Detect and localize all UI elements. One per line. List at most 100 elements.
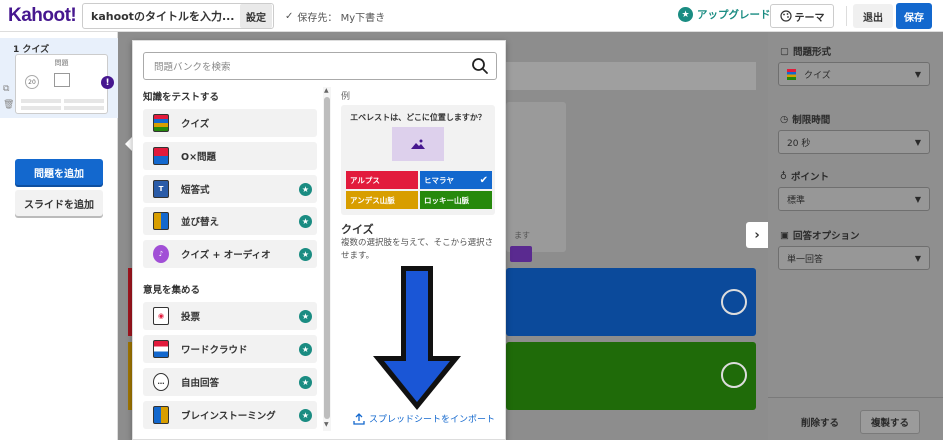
upgrade-button[interactable]: ★ アップグレード [678,7,771,22]
title-input[interactable]: kahootのタイトルを入力... 設定 [82,3,274,29]
duplicate-icon[interactable]: ⧉ [3,84,9,94]
premium-star-icon: ★ [299,376,312,389]
question-type-label: ▢ 問題形式 [780,44,831,59]
kahoot-logo[interactable]: Kahoot! [0,0,77,32]
example-question: エベレストは、どこに位置しますか？ [350,113,486,122]
group-collect-opinions: 意見を集める [143,285,201,296]
poll-icon: ◉ [153,307,169,325]
audio-icon: ♪ [153,245,169,263]
search-placeholder: 問題バンクを検索 [154,62,231,73]
answer-options-select[interactable]: 単一回答 ▼ [778,246,930,270]
arrow-down-icon [373,266,461,410]
settings-button[interactable]: 設定 [240,4,272,28]
points-label: ♁ ポイント [780,169,829,184]
qtype-true-false[interactable]: O×問題 [143,142,317,170]
qtype-label: 自由回答 [181,378,220,389]
premium-star-icon: ★ [299,310,312,323]
scroll-down-icon[interactable]: ▼ [324,421,329,428]
add-question-button[interactable]: 問題を追加 [15,159,103,185]
puzzle-icon [153,212,169,230]
qtype-brainstorm[interactable]: ブレインストーミング ★ [143,401,317,429]
duplicate-button[interactable]: 複製する [860,410,920,434]
qtype-label: ワードクラウド [181,345,248,356]
qtype-open-ended[interactable]: … 自由回答 ★ [143,368,317,396]
brainstorm-icon [153,406,169,424]
example-answer-text: アンデス山脈 [350,195,395,205]
qtype-quiz-audio[interactable]: ♪ クイズ + オーディオ ★ [143,240,317,268]
points-select[interactable]: 標準 ▼ [778,187,930,211]
chevron-down-icon: ▼ [914,138,921,147]
true-false-icon [153,147,169,165]
slide-item-1[interactable]: 1 クイズ 問題 20 ! ⧉ 🗑 [0,38,118,118]
question-type-value: クイズ [804,70,831,81]
qtype-poll[interactable]: ◉ 投票 ★ [143,302,317,330]
question-type-select[interactable]: クイズ ▼ [778,62,930,86]
example-answer-red: アルプス [346,171,418,189]
group-test-knowledge: 知識をテストする [143,92,220,103]
qtype-puzzle[interactable]: 並び替え ★ [143,207,317,235]
title-input-value[interactable]: kahootのタイトルを入力... [83,8,240,24]
scrollbar-thumb[interactable] [324,97,330,419]
answer-green-check-circle [721,362,747,388]
chevron-right-icon[interactable]: › [746,222,768,248]
modal-scrollbar[interactable]: ▲ ▼ [323,87,331,431]
save-status-label: 保存先： My下書き [297,13,386,24]
exit-button[interactable]: 退出 [853,4,893,28]
thumb-image-icon [54,73,70,87]
example-answer-green: ロッキー山脈 [420,191,492,209]
thumb-timer: 20 [25,75,39,89]
warning-icon[interactable]: ! [101,76,114,89]
premium-star-icon: ★ [299,409,312,422]
media-hint: ます [514,231,530,240]
check-icon: ✓ [285,11,294,22]
qtype-quiz[interactable]: クイズ [143,109,317,137]
panel-divider [768,397,943,398]
theme-button[interactable]: テーマ [770,4,834,28]
image-icon [411,139,425,149]
media-chip [510,246,532,262]
example-label: 例 [341,92,351,102]
time-limit-label-text: 制限時間 [792,115,831,126]
scroll-up-icon[interactable]: ▲ [324,87,329,94]
qtype-label: クイズ [181,119,210,130]
premium-star-icon: ★ [299,343,312,356]
qtype-word-cloud[interactable]: ワードクラウド ★ [143,335,317,363]
save-button[interactable]: 保存 [896,3,932,29]
import-label: スプレッドシートをインポート [369,415,496,425]
question-bank-search-input[interactable]: 問題バンクを検索 [143,52,497,80]
search-icon[interactable] [471,57,489,75]
chevron-down-icon: ▼ [914,195,921,204]
question-type-icon: ▢ [780,45,789,57]
premium-star-icon: ★ [299,183,312,196]
delete-button[interactable]: 削除する [786,410,854,434]
chevron-down-icon: ▼ [914,70,921,79]
palette-icon [779,10,792,22]
slide-thumbnail[interactable]: 問題 20 [15,54,108,114]
chevron-down-icon: ▼ [914,254,921,263]
qtype-label: 短答式 [181,185,210,196]
thumb-answer-bar [21,99,61,103]
time-limit-select[interactable]: 20 秒 ▼ [778,130,930,154]
thumb-answer-bar [21,106,61,110]
time-limit-label: ◷ 制限時間 [780,112,831,127]
import-spreadsheet-link[interactable]: スプレッドシートをインポート [353,412,495,425]
premium-star-icon: ★ [299,248,312,261]
add-slide-button[interactable]: スライドを追加 [15,190,103,216]
points-label-text: ポイント [790,172,829,183]
answer-blue-check-circle [721,289,747,315]
example-answer-blue: ヒマラヤ ✔ [420,171,492,189]
trash-icon[interactable]: 🗑 [3,100,14,110]
slide-sidebar: 1 クイズ 問題 20 ! ⧉ 🗑 問題を追加 スライドを追加 [0,32,118,440]
short-answer-icon: T [153,180,169,198]
answer-options-value: 単一回答 [787,254,824,265]
quiz-icon [153,114,169,132]
example-description: 複数の選択肢を与えて、そこから選択させます。 [341,238,494,261]
quiz-icon [787,68,796,80]
medal-icon: ♁ [780,170,787,182]
upgrade-label: アップグレード [697,9,771,21]
save-status: ✓ 保存先： My下書き [285,9,385,24]
word-cloud-icon [153,340,169,358]
open-ended-icon: … [153,373,169,391]
qtype-short-answer[interactable]: T 短答式 ★ [143,175,317,203]
question-input-dimmed [506,62,756,90]
